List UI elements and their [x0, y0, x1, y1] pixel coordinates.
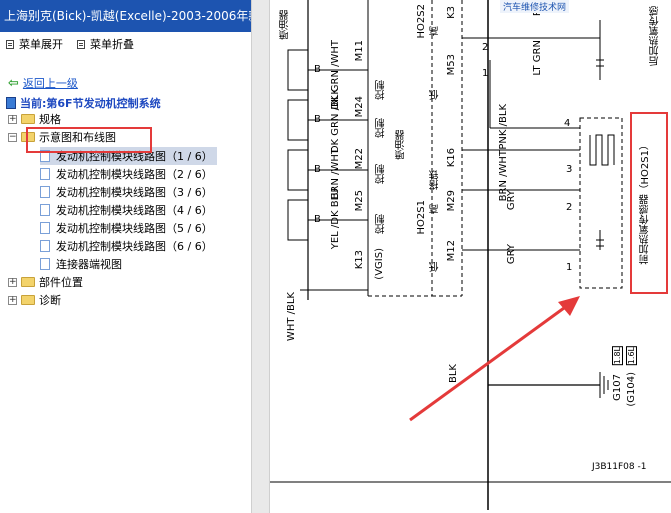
diagram-code: J3B11F08 -1	[592, 462, 647, 472]
rear-sensor-label: 后加热氧传感	[650, 6, 661, 66]
document-icon	[40, 240, 50, 252]
wire-color-label: PNK /BLK	[498, 104, 509, 150]
control-label: 控制	[376, 118, 387, 138]
wiring-diagram: 喷油器 B B B B DK GRN /WHT DK GRN /BLK BRN …	[270, 0, 671, 513]
pin-b-label: B	[314, 64, 321, 75]
tree-item-ecm-diagram-4[interactable]: 发动机控制模块线路图（4 / 6）	[40, 201, 213, 219]
pin-2-label: 2	[482, 42, 489, 53]
pin-m29-label: M29	[446, 190, 457, 212]
site-banner: 汽车维修技术网	[500, 0, 570, 13]
low-label: 低	[430, 262, 441, 272]
tree-item-specs[interactable]: + 规格	[8, 110, 61, 128]
list-icon	[6, 39, 14, 49]
injector-label: 喷油器	[280, 10, 291, 40]
document-icon	[40, 222, 50, 234]
wire-color-label: BLK	[448, 364, 459, 383]
tree-item-label: 发动机控制模块线路图（5 / 6）	[56, 222, 213, 235]
ground-g107-label: G107	[612, 374, 623, 401]
wire-color-label: LT GRN	[532, 40, 543, 76]
document-icon	[40, 186, 50, 198]
folder-icon	[21, 295, 35, 305]
tree-item-component-locations[interactable]: + 部件位置	[8, 273, 83, 291]
injector-mid-label: 喷油器	[396, 130, 407, 160]
tree-item-label: 部件位置	[39, 276, 83, 289]
control-label: 控制	[376, 214, 387, 234]
document-icon	[40, 168, 50, 180]
high-label: 高	[430, 204, 441, 214]
control-label: 控制	[376, 164, 387, 184]
list-icon	[77, 39, 85, 49]
high-label: 高	[430, 26, 441, 36]
pin-m24-label: M24	[354, 96, 365, 118]
engine-1-6l-badge: 1.6L	[626, 346, 637, 366]
pane-splitter[interactable]	[251, 0, 270, 513]
pin-m12-label: M12	[446, 240, 457, 262]
collapse-icon[interactable]: −	[8, 132, 17, 142]
tree-item-diagnostics[interactable]: + 诊断	[8, 291, 61, 309]
pin-m22-label: M22	[354, 148, 365, 170]
vgis-label: (VGIS)	[374, 248, 385, 280]
back-link[interactable]: ⇦ 返回上一级	[8, 75, 78, 91]
tree-item-label: 发动机控制模块线路图（2 / 6）	[56, 168, 213, 181]
window-title: 上海别克(Bick)-凯越(Excelle)-2003-2006年款	[0, 0, 251, 32]
wire-color-label: GRY	[506, 244, 517, 265]
expand-icon[interactable]: +	[8, 114, 17, 124]
ground-label: 搭铁	[430, 170, 441, 190]
tree-item-connector-views[interactable]: 连接器端视图	[40, 255, 122, 273]
pin-m25-label: M25	[354, 190, 365, 212]
expand-icon[interactable]: +	[8, 277, 17, 287]
tree-item-label: 发动机控制模块线路图（6 / 6）	[56, 240, 213, 253]
tree-item-ecm-diagram-6[interactable]: 发动机控制模块线路图（6 / 6）	[40, 237, 213, 255]
pin-b-label: B	[314, 164, 321, 175]
folder-icon	[21, 277, 35, 287]
tree-item-ecm-diagram-2[interactable]: 发动机控制模块线路图（2 / 6）	[40, 165, 213, 183]
tree-item-label: 规格	[39, 113, 61, 126]
navigation-pane: 上海别克(Bick)-凯越(Excelle)-2003-2006年款 菜单展开 …	[0, 0, 251, 513]
pin-m53-label: M53	[446, 54, 457, 76]
pin-k16-label: K16	[446, 148, 457, 168]
ground-g104-label: (G104)	[626, 372, 637, 407]
pin-4-label: 4	[564, 118, 571, 129]
tree-item-ecm-diagram-3[interactable]: 发动机控制模块线路图（3 / 6）	[40, 183, 213, 201]
annotation-box	[630, 112, 668, 294]
expand-icon[interactable]: +	[8, 295, 17, 305]
expand-menu-label: 菜单展开	[19, 38, 63, 51]
wire-color-label: GRY	[506, 190, 517, 211]
tree-item-label: 诊断	[39, 294, 61, 307]
wire-color-label: WHT /BLK	[286, 292, 297, 342]
tree-item-label: 连接器端视图	[56, 258, 122, 271]
collapse-menu-label: 菜单折叠	[90, 38, 134, 51]
back-arrow-icon: ⇦	[8, 75, 19, 91]
engine-1-8l-badge: 1.8L	[612, 346, 623, 366]
ho2s1-label: HO2S1	[416, 200, 427, 235]
document-icon	[40, 204, 50, 216]
control-label: 控制	[376, 80, 387, 100]
pin-m11-label: M11	[354, 40, 365, 62]
low-label: 低	[430, 90, 441, 100]
collapse-menu-button[interactable]: 菜单折叠	[77, 36, 134, 52]
tree-item-label: 发动机控制模块线路图（4 / 6）	[56, 204, 213, 217]
pin-3-label: 3	[566, 164, 573, 175]
wire-color-label: DK GRN /BLK	[330, 88, 341, 154]
back-link-label: 返回上一级	[22, 77, 78, 90]
pin-b-label: B	[314, 114, 321, 125]
annotation-box	[26, 127, 152, 153]
pin-1-label: 1	[566, 262, 573, 273]
ho2s2-label: HO2S2	[416, 4, 427, 39]
pin-k3-label: K3	[446, 6, 457, 19]
expand-menu-button[interactable]: 菜单展开	[6, 36, 63, 52]
tree-item-label: 发动机控制模块线路图（3 / 6）	[56, 186, 213, 199]
pin-1-label: 1	[482, 68, 489, 79]
pin-b-label: B	[314, 214, 321, 225]
current-section: 当前:第6F节发动机控制系统	[6, 95, 161, 111]
pin-k13-label: K13	[354, 250, 365, 270]
document-icon	[40, 258, 50, 270]
tree-item-ecm-diagram-5[interactable]: 发动机控制模块线路图（5 / 6）	[40, 219, 213, 237]
folder-icon	[21, 114, 35, 124]
tree-toolbar: 菜单展开 菜单折叠	[0, 34, 251, 54]
book-icon	[6, 97, 16, 109]
pin-2-label: 2	[566, 202, 573, 213]
current-section-label: 当前:第6F节发动机控制系统	[20, 97, 161, 110]
wire-color-label: YEL /DK BLU	[330, 188, 341, 250]
